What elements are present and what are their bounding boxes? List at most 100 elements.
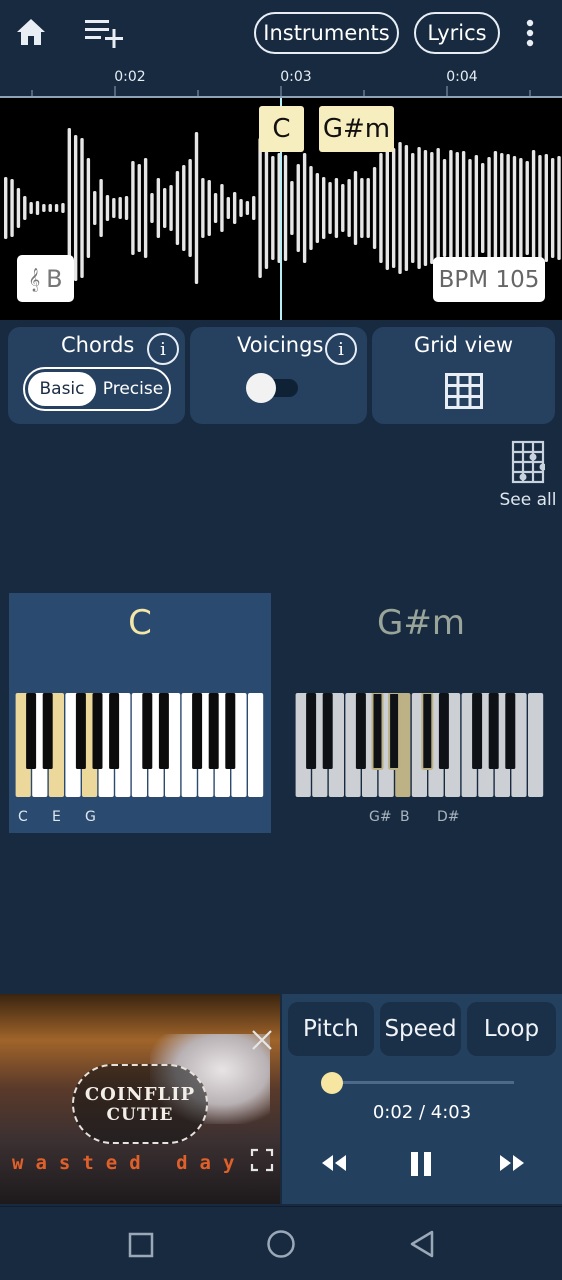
black-key (322, 693, 333, 769)
waveform-bar (372, 167, 377, 249)
grid-view-panel[interactable]: Grid view (372, 327, 555, 424)
back-icon[interactable] (408, 1229, 436, 1264)
waveform-bar (131, 161, 135, 255)
waveform-bar (512, 156, 517, 260)
note-label: D# (437, 809, 460, 825)
chord-tag-current[interactable]: C (259, 106, 304, 152)
waveform-bar (442, 159, 447, 257)
waveform-bar (353, 171, 358, 245)
pitch-button[interactable]: Pitch (288, 1002, 374, 1056)
waveform-bar (207, 180, 211, 236)
waveform-bar (213, 193, 218, 223)
black-key (192, 693, 203, 769)
home-icon[interactable] (12, 14, 50, 50)
black-key (355, 693, 366, 769)
chord-tag-next[interactable]: G#m (319, 106, 394, 152)
waveform-bar (163, 188, 167, 228)
waveform-bar (29, 202, 33, 214)
waveform-bar (143, 158, 148, 258)
chords-panel: Chords i Basic Precise (8, 327, 185, 424)
playlist-add-icon[interactable] (80, 14, 126, 50)
white-key (528, 693, 544, 797)
waveform-bar (322, 177, 326, 239)
waveform-bar (80, 138, 84, 278)
grid-icon (445, 373, 483, 414)
waveform-bar (411, 153, 415, 263)
waveform-bar (150, 193, 154, 223)
waveform-bar (73, 135, 78, 281)
black-key (208, 693, 219, 769)
lyrics-button[interactable]: Lyrics (414, 12, 500, 54)
waveform-bar (309, 166, 313, 250)
chord-card-next[interactable]: G#m G# B D# (290, 593, 552, 833)
waveform-bar (487, 157, 491, 259)
fullscreen-icon[interactable] (250, 1148, 274, 1172)
key-indicator[interactable]: 𝄞 B (17, 255, 74, 302)
band-name-line1: COINFLIP (84, 1083, 196, 1105)
recents-icon[interactable] (128, 1232, 154, 1263)
note-label: E (52, 809, 61, 825)
waveform-bar (220, 184, 224, 232)
waveform-bar (252, 196, 256, 220)
waveform-bar (271, 156, 275, 260)
waveform-bar (264, 147, 269, 269)
waveform-bar (506, 154, 510, 262)
waveform-bar (538, 155, 542, 261)
close-icon[interactable] (250, 1028, 274, 1052)
note-label: B (400, 809, 410, 825)
waveform-bar (302, 153, 307, 263)
waveform-bar (86, 158, 91, 258)
waveform-bar (99, 179, 103, 237)
waveform-bar (245, 201, 250, 215)
playback-controls: Pitch Speed Loop 0:02 / 4:03 (282, 994, 562, 1204)
waveform-bar (423, 150, 428, 266)
more-vert-icon[interactable] (518, 16, 542, 50)
voicings-info-icon[interactable]: i (325, 333, 357, 365)
waveform-bar (175, 171, 180, 245)
home-nav-icon[interactable] (266, 1229, 296, 1264)
loop-button[interactable]: Loop (467, 1002, 556, 1056)
basic-option[interactable]: Basic (28, 372, 96, 406)
black-key (472, 693, 483, 769)
fast-forward-icon[interactable] (498, 1152, 526, 1179)
black-key (371, 693, 384, 770)
instruments-button[interactable]: Instruments (254, 12, 399, 54)
waveform-bar (182, 165, 186, 251)
waveform-bar (500, 153, 504, 263)
top-bar: Instruments Lyrics (0, 0, 562, 64)
white-key (248, 693, 264, 797)
voicings-toggle-knob[interactable] (246, 373, 276, 403)
waveform-bar (156, 178, 161, 238)
waveform[interactable]: C G#m 𝄞 B BPM 105 (0, 98, 562, 320)
waveform-bar (493, 151, 498, 265)
waveform-bar (23, 196, 27, 220)
waveform-bar (404, 145, 409, 271)
bpm-indicator[interactable]: BPM 105 (433, 257, 545, 302)
black-key (42, 693, 53, 769)
see-all-button[interactable]: See all (498, 440, 558, 520)
precise-option[interactable]: Precise (98, 372, 168, 406)
chord-card-current[interactable]: C C E G (9, 593, 271, 833)
speed-button[interactable]: Speed (380, 1002, 461, 1056)
waveform-bar (10, 179, 14, 237)
black-key (488, 693, 499, 769)
black-key (225, 693, 236, 769)
timeline-ticks (31, 86, 531, 96)
timeline-ruler[interactable]: 0:02 0:03 0:04 (0, 64, 562, 98)
waveform-bar (48, 204, 52, 212)
waveform-bar (124, 196, 129, 220)
waveform-bar (118, 197, 122, 219)
pause-icon[interactable] (408, 1150, 434, 1183)
voicings-title: Voicings (237, 333, 324, 357)
video-thumbnail[interactable]: COINFLIP CUTIE wasted day (0, 994, 280, 1204)
waveform-bar (341, 184, 345, 232)
chords-info-icon[interactable]: i (147, 333, 179, 365)
seek-handle[interactable] (321, 1072, 344, 1094)
waveform-bar (544, 154, 548, 262)
seek-bar[interactable] (330, 1081, 514, 1084)
chords-title: Chords (61, 333, 135, 357)
black-key (306, 693, 317, 769)
waveform-bar (417, 147, 421, 269)
waveform-bar (188, 159, 192, 257)
rewind-icon[interactable] (320, 1152, 348, 1179)
